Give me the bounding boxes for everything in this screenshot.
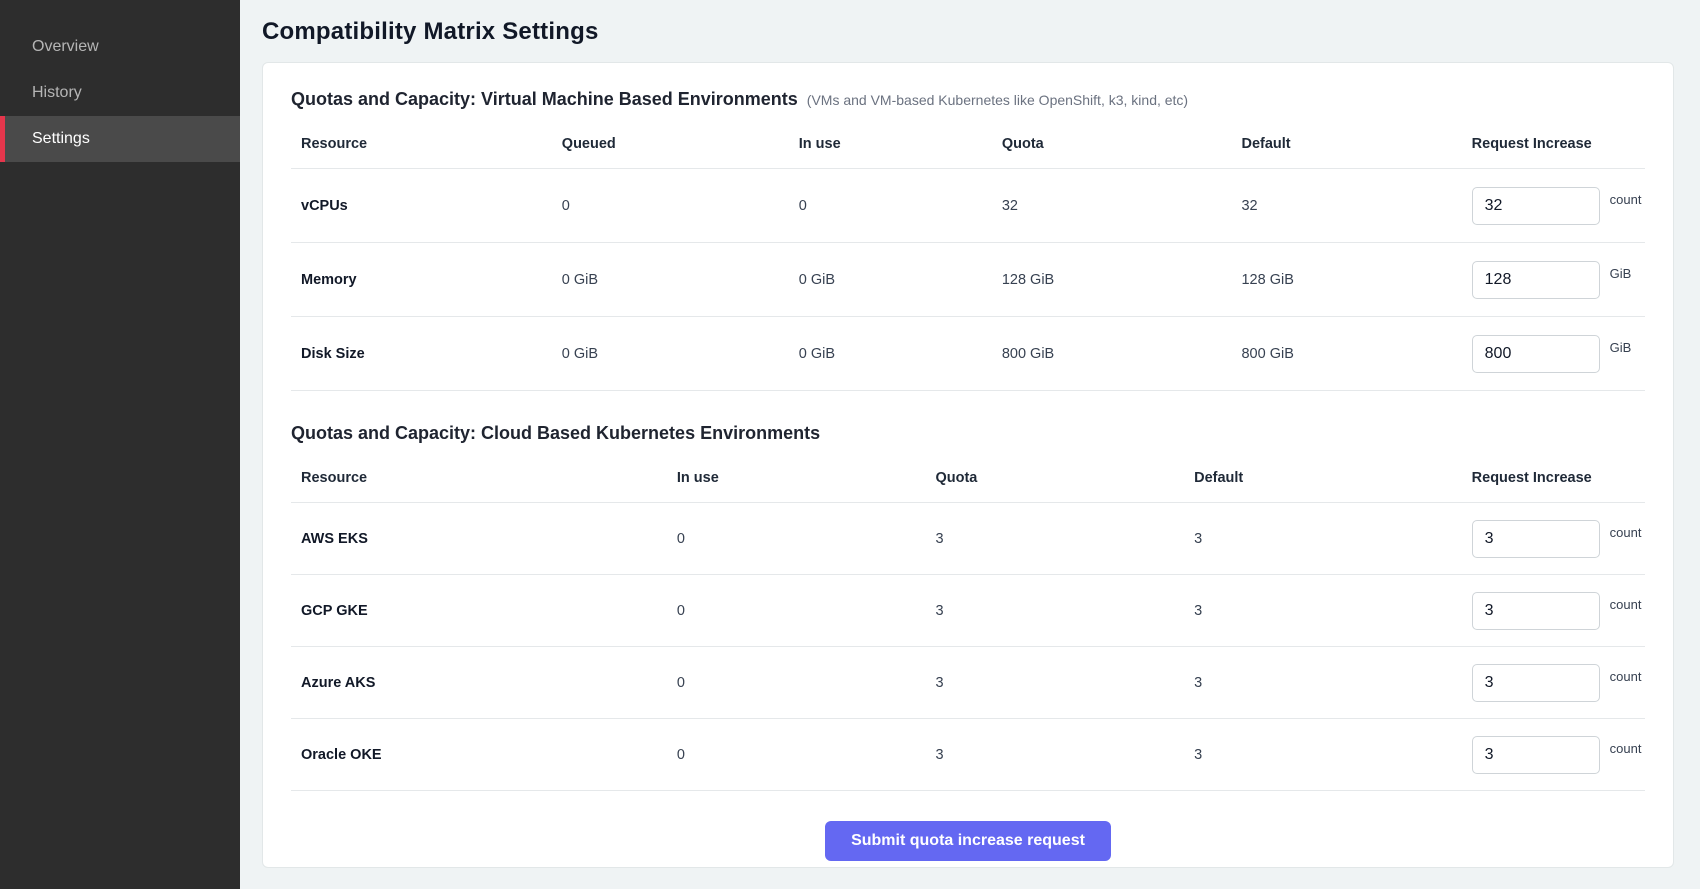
unit-label: count — [1610, 669, 1642, 684]
column-header-default: Default — [1194, 470, 1472, 486]
resource-label: AWS EKS — [291, 531, 677, 547]
cloud-section-header: Quotas and Capacity: Cloud Based Kuberne… — [291, 423, 1645, 444]
default-value: 3 — [1194, 675, 1472, 691]
column-header-queued: Queued — [562, 136, 799, 152]
submit-quota-increase-button[interactable]: Submit quota increase request — [825, 821, 1111, 861]
column-header-request-increase: Request Increase — [1472, 470, 1645, 486]
request-increase-cell: count — [1472, 736, 1645, 774]
in-use-value: 0 — [677, 675, 936, 691]
resource-label: Oracle OKE — [291, 747, 677, 763]
column-header-quota: Quota — [1002, 136, 1242, 152]
vm-section-title: Quotas and Capacity: Virtual Machine Bas… — [291, 89, 798, 110]
sidebar-item-settings[interactable]: Settings — [0, 116, 240, 162]
quota-value: 3 — [935, 675, 1194, 691]
table-row-oracle-oke: Oracle OKE 0 3 3 count — [291, 719, 1645, 791]
quota-value: 3 — [935, 747, 1194, 763]
table-row-vcpus: vCPUs 0 0 32 32 count — [291, 169, 1645, 243]
quota-value: 800 GiB — [1002, 346, 1242, 362]
column-header-request-increase: Request Increase — [1472, 136, 1645, 152]
oracle-oke-request-input[interactable] — [1472, 736, 1600, 774]
submit-area: Submit quota increase request — [291, 821, 1645, 861]
in-use-value: 0 — [677, 531, 936, 547]
table-row-azure-aks: Azure AKS 0 3 3 count — [291, 647, 1645, 719]
in-use-value: 0 — [677, 747, 936, 763]
resource-label: Azure AKS — [291, 675, 677, 691]
request-increase-cell: count — [1472, 187, 1645, 225]
table-row-gcp-gke: GCP GKE 0 3 3 count — [291, 575, 1645, 647]
cloud-section-title: Quotas and Capacity: Cloud Based Kuberne… — [291, 423, 820, 444]
disk-size-request-input[interactable] — [1472, 335, 1600, 373]
sidebar-item-history[interactable]: History — [0, 70, 240, 116]
settings-card: Quotas and Capacity: Virtual Machine Bas… — [262, 62, 1674, 868]
vm-table-header: Resource Queued In use Quota Default Req… — [291, 122, 1645, 169]
resource-label: vCPUs — [291, 198, 562, 214]
unit-label: count — [1610, 192, 1642, 207]
default-value: 128 GiB — [1241, 272, 1471, 288]
gcp-gke-request-input[interactable] — [1472, 592, 1600, 630]
page-title: Compatibility Matrix Settings — [262, 18, 1674, 46]
in-use-value: 0 — [799, 198, 1002, 214]
quota-value: 3 — [935, 603, 1194, 619]
default-value: 3 — [1194, 747, 1472, 763]
table-row-aws-eks: AWS EKS 0 3 3 count — [291, 503, 1645, 575]
quota-value: 32 — [1002, 198, 1242, 214]
in-use-value: 0 GiB — [799, 346, 1002, 362]
unit-label: count — [1610, 597, 1642, 612]
sidebar: Overview History Settings — [0, 0, 240, 889]
request-increase-cell: count — [1472, 592, 1645, 630]
vm-section-header: Quotas and Capacity: Virtual Machine Bas… — [291, 89, 1645, 110]
unit-label: GiB — [1610, 340, 1632, 355]
resource-label: GCP GKE — [291, 603, 677, 619]
request-increase-cell: count — [1472, 664, 1645, 702]
column-header-quota: Quota — [935, 470, 1194, 486]
cloud-quota-section: Quotas and Capacity: Cloud Based Kuberne… — [291, 423, 1645, 791]
default-value: 3 — [1194, 531, 1472, 547]
request-increase-cell: count — [1472, 520, 1645, 558]
in-use-value: 0 — [677, 603, 936, 619]
default-value: 3 — [1194, 603, 1472, 619]
column-header-in-use: In use — [677, 470, 936, 486]
table-row-disk-size: Disk Size 0 GiB 0 GiB 800 GiB 800 GiB Gi… — [291, 317, 1645, 391]
request-increase-cell: GiB — [1472, 335, 1645, 373]
column-header-default: Default — [1241, 136, 1471, 152]
azure-aks-request-input[interactable] — [1472, 664, 1600, 702]
resource-label: Memory — [291, 272, 562, 288]
vcpus-request-input[interactable] — [1472, 187, 1600, 225]
request-increase-cell: GiB — [1472, 261, 1645, 299]
vm-section-subtitle: (VMs and VM-based Kubernetes like OpenSh… — [807, 92, 1188, 108]
queued-value: 0 GiB — [562, 272, 799, 288]
cloud-table-header: Resource In use Quota Default Request In… — [291, 456, 1645, 503]
default-value: 32 — [1241, 198, 1471, 214]
queued-value: 0 GiB — [562, 346, 799, 362]
column-header-resource: Resource — [291, 470, 677, 486]
default-value: 800 GiB — [1241, 346, 1471, 362]
in-use-value: 0 GiB — [799, 272, 1002, 288]
queued-value: 0 — [562, 198, 799, 214]
column-header-in-use: In use — [799, 136, 1002, 152]
quota-value: 128 GiB — [1002, 272, 1242, 288]
aws-eks-request-input[interactable] — [1472, 520, 1600, 558]
table-row-memory: Memory 0 GiB 0 GiB 128 GiB 128 GiB GiB — [291, 243, 1645, 317]
unit-label: GiB — [1610, 266, 1632, 281]
resource-label: Disk Size — [291, 346, 562, 362]
main-content: Compatibility Matrix Settings Quotas and… — [240, 0, 1700, 889]
unit-label: count — [1610, 741, 1642, 756]
vm-quota-section: Quotas and Capacity: Virtual Machine Bas… — [291, 89, 1645, 391]
sidebar-item-overview[interactable]: Overview — [0, 24, 240, 70]
column-header-resource: Resource — [291, 136, 562, 152]
memory-request-input[interactable] — [1472, 261, 1600, 299]
quota-value: 3 — [935, 531, 1194, 547]
unit-label: count — [1610, 525, 1642, 540]
